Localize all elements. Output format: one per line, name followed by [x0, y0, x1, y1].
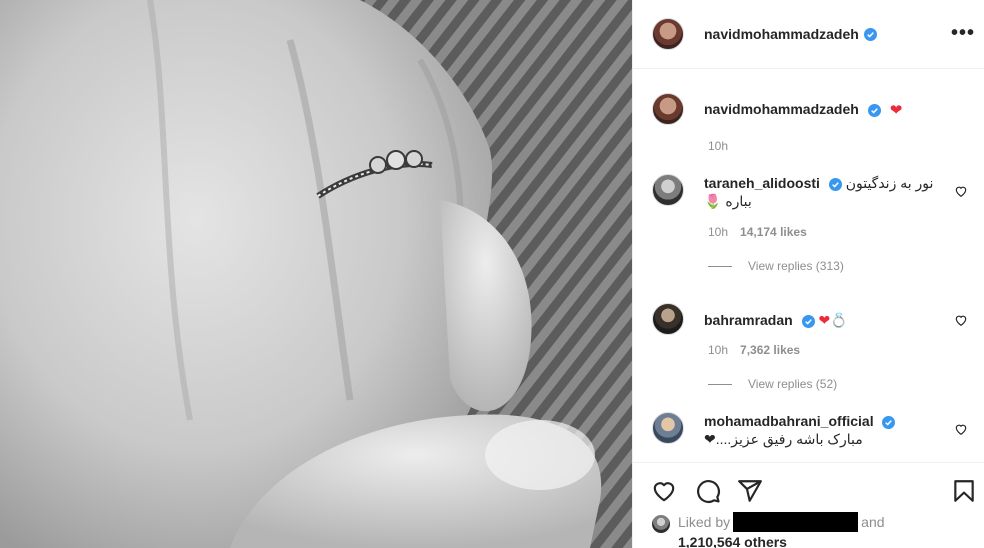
replies-divider	[708, 265, 732, 267]
verified-badge-icon	[863, 27, 877, 41]
comment-icon[interactable]	[695, 478, 721, 504]
heart-outline-icon[interactable]	[651, 478, 677, 504]
comment-likes[interactable]: 14,174 likes	[740, 225, 807, 239]
author-username[interactable]: navidmohammadzadeh	[704, 26, 859, 42]
comment-text: ❤💍	[818, 312, 848, 328]
comment-likes[interactable]: 7,362 likes	[740, 343, 800, 357]
verified-badge-icon	[882, 415, 896, 429]
hands-ring-image	[0, 0, 632, 548]
commenter-avatar[interactable]	[652, 174, 684, 206]
comment-like-heart-icon[interactable]	[954, 422, 968, 436]
caption-text: ❤	[889, 102, 903, 119]
comment-like-heart-icon[interactable]	[954, 313, 968, 327]
commenter-avatar[interactable]	[652, 303, 684, 335]
commenter-avatar[interactable]	[652, 412, 684, 444]
post-side-panel: navidmohammadzadeh ••• navidmohammadzade…	[632, 0, 984, 548]
paper-plane-icon[interactable]	[737, 478, 763, 504]
view-replies-button[interactable]: View replies (313)	[708, 259, 968, 273]
post-action-bar	[633, 462, 984, 518]
liked-by-and: and	[861, 514, 885, 530]
commenter-username[interactable]: taraneh_alidoosti	[704, 175, 820, 191]
comment-text: مبارک باشه رفیق عزیز....❤	[704, 431, 863, 447]
comment-timestamp: 10h	[708, 343, 729, 357]
replies-divider	[708, 383, 732, 385]
caption-timestamp: 10h	[708, 139, 729, 153]
post-photo[interactable]	[0, 0, 632, 548]
comment-timestamp: 10h	[708, 225, 729, 239]
view-replies-label: View replies (52)	[748, 377, 838, 391]
commenter-username[interactable]: mohamadbahrani_official	[704, 413, 874, 429]
comment-item: mohamadbahrani_official مبارک باشه رفیق …	[652, 412, 968, 448]
bookmark-icon[interactable]	[951, 478, 977, 504]
commenter-username[interactable]: bahramradan	[704, 312, 793, 328]
post-caption: navidmohammadzadeh ❤ 10h	[652, 93, 903, 153]
caption-username[interactable]: navidmohammadzadeh	[704, 101, 859, 117]
caption-avatar[interactable]	[652, 93, 684, 125]
comment-like-heart-icon[interactable]	[954, 184, 968, 198]
post-header: navidmohammadzadeh •••	[633, 0, 984, 69]
comments-list: navidmohammadzadeh ❤ 10h taraneh_alidoos…	[633, 70, 984, 462]
more-options-icon[interactable]: •••	[951, 22, 975, 45]
view-replies-button[interactable]: View replies (52)	[708, 377, 968, 391]
comment-item: bahramradan ❤💍 10h 7,362 likes View repl…	[652, 303, 968, 391]
liked-by-prefix: Liked by	[678, 514, 731, 530]
verified-badge-icon	[801, 314, 815, 328]
liked-by-summary: Liked by and 1,210,564 others	[650, 512, 885, 548]
likes-count[interactable]: 1,210,564 others	[678, 534, 787, 548]
comment-item: taraneh_alidoosti نور به زندگیتون بباره …	[652, 174, 968, 273]
redacted-username	[733, 512, 859, 532]
liker-avatar[interactable]	[650, 513, 672, 535]
view-replies-label: View replies (313)	[748, 259, 844, 273]
verified-badge-icon	[868, 103, 882, 117]
author-avatar[interactable]	[652, 18, 684, 50]
verified-badge-icon	[828, 177, 842, 191]
